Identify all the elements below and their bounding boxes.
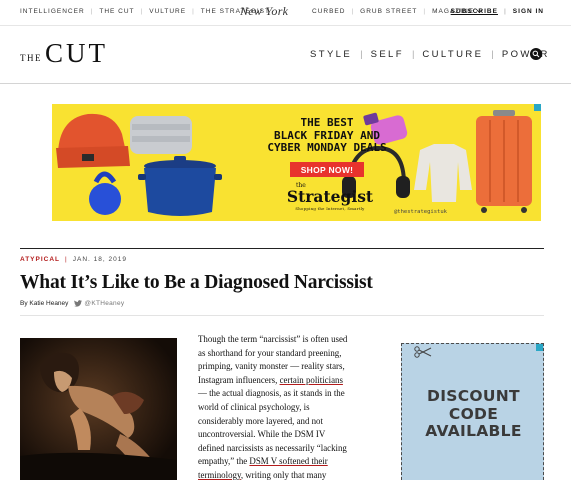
section-self[interactable]: SELF [371,49,404,60]
adchoices-icon[interactable] [536,344,543,351]
network-links: INTELLIGENCER | THE CUT | VULTURE | THE … [20,8,270,15]
body-line: empathy,” the DSM V softened their [198,455,356,469]
adchoices-icon[interactable] [534,104,541,111]
body-line: considerably more layered, and not [198,415,323,426]
discount-code-ad[interactable]: DISCOUNT CODE AVAILABLE [401,343,544,480]
kettlebell-image [89,171,121,215]
section-power[interactable]: POWER [502,49,550,60]
ad-social-handle: @thestrategistuk [394,209,447,215]
new-york-logo[interactable]: New York [239,4,296,22]
suitcase-image [476,110,532,213]
account-links: SUBSCRIBE | SIGN IN [451,8,544,15]
discount-line1: DISCOUNT [427,387,520,405]
new-york-wordmark: New York [239,4,289,18]
body-line: defined narcissists as necessarily “lack… [198,442,347,453]
ad-headline-line3: CYBER MONDAY DEALS [267,141,387,154]
search-button[interactable] [530,48,542,60]
strategist-banner-ad[interactable]: THE BEST BLACK FRIDAY AND CYBER MONDAY D… [52,104,541,221]
section-style[interactable]: STYLE [310,49,352,60]
nav-link-intelligencer[interactable]: INTELLIGENCER [20,8,85,15]
article-body: Though the term “narcissist” is often us… [198,333,356,480]
beanie-image [56,113,130,168]
sign-in-link[interactable]: SIGN IN [513,8,544,15]
brand-name: Strategist [286,187,374,206]
svg-text:New York: New York [240,4,289,18]
link-certain-politicians[interactable]: certain politicians [280,375,343,385]
author-name[interactable]: By Katie Heaney [20,300,68,307]
section-culture[interactable]: CULTURE [422,49,483,60]
article-lead-image[interactable] [20,338,177,480]
ad-headline-line1: THE BEST [300,116,354,129]
logo-cut: CUT [45,38,108,68]
author-twitter-handle[interactable]: @KTHeaney [84,300,124,307]
body-line: Though the term “narcissist” is often us… [198,334,348,344]
ad-headline: THE BEST BLACK FRIDAY AND CYBER MONDAY D… [252,116,402,155]
site-top-nav: INTELLIGENCER | THE CUT | VULTURE | THE … [0,0,571,26]
link-dsm-v-softened[interactable]: DSM V softened their [249,456,327,466]
logo-the: THE [20,53,42,63]
nav-divider: | [423,8,427,15]
body-line: world of clinical psychology, is [198,401,310,412]
discount-line2: CODE [448,404,499,423]
body-text: , writing only that many [240,469,327,480]
link-terminology[interactable]: terminology [198,470,241,480]
article-title: What It’s Like to Be a Diagnosed Narciss… [20,272,373,293]
discount-line3: AVAILABLE [425,422,522,440]
section-divider: | [360,49,363,60]
twitter-icon[interactable] [74,300,83,307]
article-date: JAN. 18, 2019 [72,256,127,263]
article-kicker: ATYPICAL | JAN. 18, 2019 [20,256,127,263]
body-line: — the actual diagnosis, as it stands in … [198,388,345,399]
towel-stack-image [130,116,192,154]
dutch-oven-image [138,156,222,216]
section-divider: | [491,49,494,60]
nav-link-curbed[interactable]: CURBED [312,8,345,15]
sweatshirt-image [414,144,472,202]
body-line: as shorthand for your standard preening, [198,347,342,358]
search-icon [532,50,540,58]
article-top-rule [20,248,544,249]
nav-divider: | [140,8,144,15]
scissors-icon [414,346,432,358]
article-byline: By Katie Heaney @KTHeaney [20,300,124,307]
strategist-brand: the Strategist Shopping the Internet, Sm… [284,183,376,212]
the-cut-header: THE CUT STYLE | SELF | CULTURE | POWER [0,26,571,84]
body-line: terminology, writing only that many [198,469,356,480]
section-divider: | [411,49,415,60]
nav-link-vulture[interactable]: VULTURE [149,8,186,15]
kicker-divider: | [65,256,68,263]
body-text: empathy,” the [198,456,250,467]
the-cut-logo[interactable]: THE CUT [20,38,108,68]
nav-divider: | [503,8,507,15]
nav-divider: | [90,8,94,15]
body-text: Instagram influencers, [198,374,280,385]
article-rubric[interactable]: ATYPICAL [20,256,60,263]
subscribe-link[interactable]: SUBSCRIBE [451,8,498,15]
section-nav: STYLE | SELF | CULTURE | POWER [310,49,550,60]
brand-tagline: Shopping the Internet, Smartly [295,206,365,211]
nav-divider: | [192,8,195,15]
shop-now-button[interactable]: SHOP NOW! [290,162,364,177]
discount-code-text: DISCOUNT CODE AVAILABLE [402,387,543,441]
narcissus-painting [20,338,177,480]
nav-link-grub-street[interactable]: GRUB STREET [360,8,417,15]
body-line: uncontroversial. While the DSM IV [198,429,326,440]
nav-link-the-cut[interactable]: THE CUT [99,8,134,15]
body-line: primping, vanity monster — reality stars… [198,361,345,372]
body-line: Instagram influencers, certain politicia… [198,374,356,388]
nav-divider: | [351,8,355,15]
byline-rule [20,315,544,316]
